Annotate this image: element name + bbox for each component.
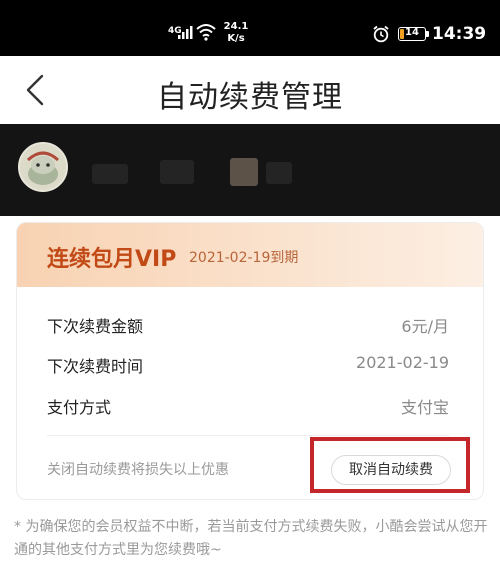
cancel-auto-renew-button[interactable]: 取消自动续费 [331,455,451,485]
cancel-warning: 关闭自动续费将损失以上优惠 [47,462,229,478]
speed-unit: K/s [227,33,245,44]
plan-name: 连续包月VIP [47,247,177,272]
username-redacted [230,158,258,186]
username-redacted [266,162,292,184]
network-speed: 24.1 K/s [221,21,251,45]
speed-value: 24.1 [223,21,249,32]
user-banner [0,124,500,216]
clock-time: 14:39 [432,24,487,44]
footnote: * 为确保您的会员权益不中断，若当前支付方式续费失败，小酷会尝试从您开通的其他支… [14,519,488,558]
status-bar: 4G 24.1 K/s 14 14:39 [0,0,500,56]
detail-value: 2021-02-19 [356,353,449,372]
avatar[interactable] [18,142,68,192]
page-title: 自动续费管理 [157,80,343,115]
username-redacted [160,160,194,184]
detail-row-payment: 支付方式 支付宝 [47,394,449,418]
detail-label: 下次续费金额 [47,317,144,336]
detail-value: 支付宝 [400,398,449,417]
card-header: 连续包月VIP 2021-02-19到期 [17,223,483,287]
nav-bar: 自动续费管理 [0,56,500,124]
avatar-image [20,144,66,190]
subscription-card: 连续包月VIP 2021-02-19到期 下次续费金额 6元/月 下次续费时间 … [16,222,484,500]
signal-icon [178,26,193,39]
detail-row-amount: 下次续费金额 6元/月 [47,313,449,337]
battery-icon: 14 [398,27,426,41]
username-redacted [92,164,128,184]
battery-level: 14 [405,27,419,38]
detail-row-date: 下次续费时间 2021-02-19 [47,353,449,377]
detail-value: 6元/月 [401,317,449,336]
wifi-icon [196,24,216,41]
plan-expire-date: 2021-02-19到期 [189,250,299,266]
detail-label: 下次续费时间 [47,357,144,376]
battery-cap [426,31,429,37]
divider [47,435,449,436]
alarm-clock-icon [373,25,389,43]
detail-label: 支付方式 [47,398,112,417]
